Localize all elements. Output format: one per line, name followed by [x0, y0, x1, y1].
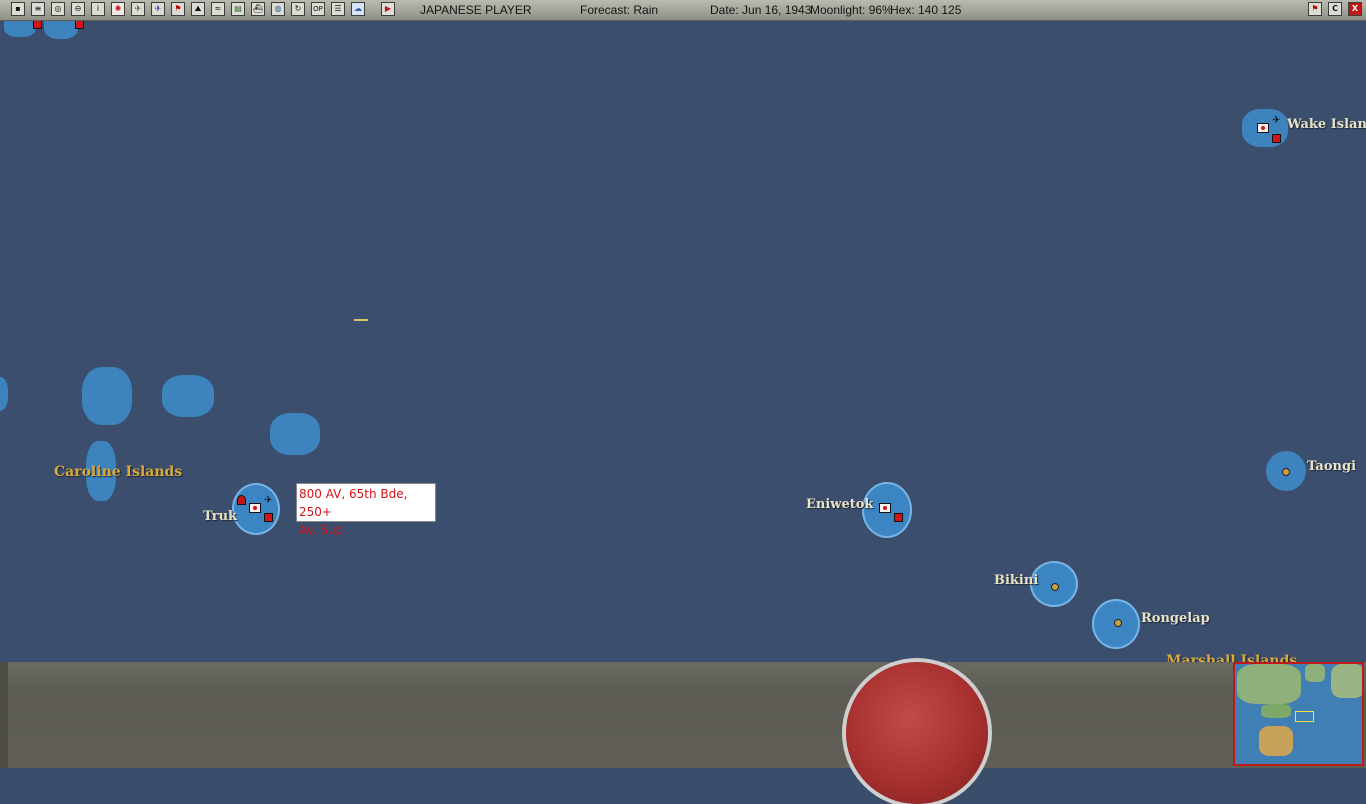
tooltip-line-1: 800 AV, 65th Bde, 250+ — [299, 487, 408, 519]
minimap-north-america — [1331, 664, 1362, 698]
end-turn-icon[interactable]: ▶ — [381, 2, 395, 16]
region-caroline-islands: Caroline Islands — [54, 464, 183, 480]
c-button[interactable]: C — [1328, 2, 1342, 16]
ground-icon[interactable]: ⛰ — [191, 2, 205, 16]
place-eniwetok[interactable]: Eniwetok — [806, 497, 873, 512]
minimap-viewport-indicator[interactable] — [1295, 711, 1314, 722]
panel-edge — [0, 662, 8, 768]
airfield-icon[interactable]: ✈ — [1272, 115, 1280, 126]
shoal — [44, 21, 78, 39]
place-truk[interactable]: Truk — [203, 509, 237, 524]
base-marker[interactable] — [894, 513, 903, 522]
minimap-australia — [1259, 726, 1293, 756]
japanese-base-flag-icon[interactable] — [249, 503, 261, 513]
world-icon[interactable]: ◍ — [271, 2, 285, 16]
minimap-asia — [1237, 664, 1301, 704]
base-marker[interactable] — [33, 21, 42, 29]
top-toolbar: ▪ ≡ ◎ ⊖ i ✺ ✈ ✈ ⚑ ⛰ ≈ ▤ ⛴ ◍ ↻ OP ☰ ☁ ▶ J… — [0, 0, 1366, 21]
ships-icon[interactable]: ⊖ — [71, 2, 85, 16]
intel-icon[interactable]: ◎ — [51, 2, 65, 16]
map-view[interactable]: ✈ Wake Island Caroline Islands ✈ Truk 80… — [0, 21, 1366, 662]
shoal — [4, 21, 36, 37]
routes-icon[interactable]: ≈ — [211, 2, 225, 16]
list-icon[interactable]: ☰ — [331, 2, 345, 16]
moonlight-label: Moonlight: 96% — [810, 3, 893, 17]
aircraft-icon[interactable]: ✈ — [151, 2, 165, 16]
date-label: Date: Jun 16, 1943 — [710, 3, 812, 17]
minimap-indonesia — [1261, 704, 1291, 718]
info-icon[interactable]: i — [91, 2, 105, 16]
place-rongelap[interactable]: Rongelap — [1141, 611, 1210, 626]
minimap[interactable] — [1233, 662, 1364, 766]
airfield-icon[interactable]: ✈ — [264, 495, 272, 506]
place-taongi[interactable]: Taongi — [1307, 459, 1356, 474]
island-dot-icon[interactable] — [1114, 619, 1122, 627]
minimap-landmass — [1305, 664, 1325, 682]
island-dot-icon[interactable] — [1051, 583, 1059, 591]
shoal — [270, 413, 320, 455]
base-marker[interactable] — [1272, 134, 1281, 143]
japanese-seal-emblem — [846, 662, 988, 804]
shoal — [0, 377, 8, 411]
japanese-base-flag-icon[interactable] — [879, 503, 891, 513]
reports-icon[interactable]: ≡ — [31, 2, 45, 16]
bottom-info-panel — [0, 662, 1366, 768]
hex-label: Hex: 140 125 — [890, 3, 962, 17]
flag-toggle-icon[interactable]: ⚑ — [1308, 2, 1322, 16]
base-marker[interactable] — [75, 21, 84, 29]
ops-icon[interactable]: OP — [311, 2, 325, 16]
japan-flag-icon[interactable]: ✺ — [111, 2, 125, 16]
player-label: JAPANESE PLAYER — [420, 3, 532, 17]
air-units-icon[interactable]: ✈ — [131, 2, 145, 16]
hex-tooltip: 800 AV, 65th Bde, 250+ Av. Sup — [296, 483, 436, 537]
island-dot-icon[interactable] — [1282, 468, 1290, 476]
base-marker[interactable] — [264, 513, 273, 522]
tooltip-line-2: Av. Sup — [299, 523, 344, 537]
region-marshall-islands: Marshall Islands — [1166, 653, 1298, 662]
convoy-icon[interactable]: ⛴ — [251, 2, 265, 16]
shoal — [162, 375, 214, 417]
shoal — [82, 367, 132, 425]
place-bikini[interactable]: Bikini — [994, 573, 1038, 588]
weather-icon[interactable]: ☁ — [351, 2, 365, 16]
refresh-icon[interactable]: ↻ — [291, 2, 305, 16]
close-button[interactable]: X — [1348, 2, 1362, 16]
forecast-label: Forecast: Rain — [580, 3, 659, 17]
map-menu-icon[interactable]: ▪ — [11, 2, 25, 16]
unit-marker-icon[interactable] — [354, 319, 368, 321]
flag-icon[interactable]: ⚑ — [171, 2, 185, 16]
place-wake-island[interactable]: Wake Island — [1287, 117, 1366, 132]
supply-icon[interactable]: ▤ — [231, 2, 245, 16]
japanese-base-flag-icon[interactable] — [1257, 123, 1269, 133]
ground-unit-icon[interactable] — [237, 495, 246, 505]
